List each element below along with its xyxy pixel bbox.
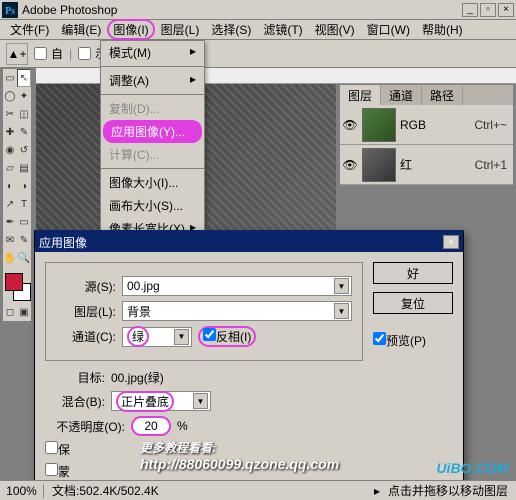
blend-label: 混合(B): bbox=[45, 393, 105, 410]
opacity-input[interactable] bbox=[131, 416, 171, 436]
opacity-label: 不透明度(O): bbox=[45, 418, 125, 435]
type-tool[interactable]: T bbox=[17, 195, 31, 213]
zoom-tool[interactable]: 🔍 bbox=[17, 249, 31, 267]
pen-tool[interactable]: ✒ bbox=[3, 213, 17, 231]
stamp-tool[interactable]: ◉ bbox=[3, 141, 17, 159]
status-tip: 点击并拖移以移动图层 bbox=[380, 482, 516, 499]
foreground-swatch[interactable] bbox=[5, 273, 23, 291]
color-swatches[interactable] bbox=[3, 271, 31, 303]
source-label: 源(S): bbox=[56, 278, 116, 295]
invert-checkbox[interactable]: 反相(I) bbox=[198, 326, 256, 347]
blur-tool[interactable]: ◐ bbox=[3, 177, 17, 195]
watermark-text: 更多教程看看: http://88060099.qzone.qq.com bbox=[140, 439, 339, 472]
menu-layer[interactable]: 图层(L) bbox=[155, 19, 206, 40]
crop-tool[interactable]: ✂ bbox=[3, 105, 17, 123]
mask-checkbox[interactable]: 蒙 bbox=[45, 463, 70, 480]
menu-file[interactable]: 文件(F) bbox=[4, 19, 55, 40]
layers-panel: 图层 通道 路径 👁 RGB Ctrl+~ 👁 红 Ctrl+1 bbox=[339, 84, 514, 186]
hand-tool[interactable]: ✋ bbox=[3, 249, 17, 267]
marquee-tool[interactable]: ▭ bbox=[3, 69, 17, 87]
mask-mode[interactable]: ◻ bbox=[3, 303, 17, 321]
layer-select[interactable]: 背景▼ bbox=[122, 301, 352, 321]
source-select[interactable]: 00.jpg▼ bbox=[122, 276, 352, 296]
eraser-tool[interactable]: ▱ bbox=[3, 159, 17, 177]
menu-image[interactable]: 图像(I) bbox=[107, 19, 154, 40]
menu-mode[interactable]: 模式(M) bbox=[101, 41, 204, 64]
channel-red[interactable]: 👁 红 Ctrl+1 bbox=[340, 145, 513, 185]
doc-info: 文档:502.4K/502.4K bbox=[44, 482, 374, 499]
screen-mode[interactable]: ▣ bbox=[17, 303, 31, 321]
gradient-tool[interactable]: ▤ bbox=[17, 159, 31, 177]
ok-button[interactable]: 好 bbox=[373, 262, 453, 284]
channel-rgb[interactable]: 👁 RGB Ctrl+~ bbox=[340, 105, 513, 145]
menu-help[interactable]: 帮助(H) bbox=[416, 19, 469, 40]
wand-tool[interactable]: ✦ bbox=[17, 87, 31, 105]
chevron-down-icon: ▼ bbox=[334, 303, 349, 319]
menu-select[interactable]: 选择(S) bbox=[205, 19, 257, 40]
menu-image-size[interactable]: 图像大小(I)... bbox=[101, 171, 204, 194]
path-tool[interactable]: ↗ bbox=[3, 195, 17, 213]
chevron-down-icon: ▼ bbox=[334, 278, 349, 294]
titlebar: Adobe Photoshop _ ▫ × bbox=[0, 0, 516, 20]
statusbar: 100% 文档:502.4K/502.4K ▸ 点击并拖移以移动图层 bbox=[0, 480, 516, 500]
lasso-tool[interactable]: ◯ bbox=[3, 87, 17, 105]
dodge-tool[interactable]: ◑ bbox=[17, 177, 31, 195]
menubar: 文件(F) 编辑(E) 图像(I) 图层(L) 选择(S) 滤镜(T) 视图(V… bbox=[0, 20, 516, 40]
minimize-button[interactable]: _ bbox=[462, 3, 478, 17]
channel-thumb-red bbox=[362, 148, 396, 182]
preview-checkbox[interactable]: 预览(P) bbox=[373, 332, 453, 349]
zoom-level[interactable]: 100% bbox=[0, 484, 44, 498]
channel-select[interactable]: 绿▼ bbox=[122, 327, 192, 347]
blend-select[interactable]: 正片叠底▼ bbox=[111, 391, 211, 411]
channel-label: 通道(C): bbox=[56, 328, 116, 345]
menu-apply-image[interactable]: 应用图像(Y)... bbox=[103, 120, 202, 143]
history-tool[interactable]: ↺ bbox=[17, 141, 31, 159]
menu-duplicate: 复制(D)... bbox=[101, 97, 204, 120]
menu-canvas-size[interactable]: 画布大小(S)... bbox=[101, 194, 204, 217]
eye-icon[interactable]: 👁 bbox=[342, 118, 358, 132]
tab-paths[interactable]: 路径 bbox=[422, 85, 463, 105]
opacity-unit: % bbox=[177, 419, 188, 433]
window-title: Adobe Photoshop bbox=[22, 3, 462, 17]
slice-tool[interactable]: ◫ bbox=[17, 105, 31, 123]
menu-window[interactable]: 窗口(W) bbox=[361, 19, 416, 40]
toolbox: ▭↖ ◯✦ ✂◫ ✚✎ ◉↺ ▱▤ ◐◑ ↗T ✒▭ ✉✎ ✋🔍 ◻▣ bbox=[2, 68, 32, 322]
auto-select-checkbox[interactable]: 自 bbox=[34, 45, 63, 62]
watermark-site: UiBO.COM bbox=[436, 460, 508, 476]
tab-channels[interactable]: 通道 bbox=[381, 85, 422, 105]
move-tool-icon[interactable]: ▲+ bbox=[6, 43, 28, 65]
move-tool[interactable]: ↖ bbox=[17, 69, 31, 87]
photoshop-icon bbox=[2, 2, 18, 18]
target-label: 目标: bbox=[45, 369, 105, 386]
layer-label: 图层(L): bbox=[56, 303, 116, 320]
preserve-checkbox[interactable]: 保 bbox=[45, 441, 70, 458]
close-button[interactable]: × bbox=[498, 3, 514, 17]
dialog-close-button[interactable]: × bbox=[443, 235, 459, 249]
chevron-down-icon: ▼ bbox=[193, 393, 208, 409]
menu-view[interactable]: 视图(V) bbox=[309, 19, 361, 40]
tab-layers[interactable]: 图层 bbox=[340, 85, 381, 105]
menu-edit[interactable]: 编辑(E) bbox=[55, 19, 107, 40]
maximize-button[interactable]: ▫ bbox=[480, 3, 496, 17]
channel-thumb-rgb bbox=[362, 108, 396, 142]
eye-icon[interactable]: 👁 bbox=[342, 158, 358, 172]
heal-tool[interactable]: ✚ bbox=[3, 123, 17, 141]
target-value: 00.jpg(绿) bbox=[111, 369, 164, 386]
notes-tool[interactable]: ✉ bbox=[3, 231, 17, 249]
option-bar: ▲+ 自 | 示变换界框 bbox=[0, 40, 516, 68]
cancel-button[interactable]: 复位 bbox=[373, 292, 453, 314]
menu-calculations: 计算(C)... bbox=[101, 143, 204, 166]
dialog-title[interactable]: 应用图像 × bbox=[35, 232, 463, 252]
eyedropper-tool[interactable]: ✎ bbox=[17, 231, 31, 249]
menu-adjustments[interactable]: 调整(A) bbox=[101, 69, 204, 92]
brush-tool[interactable]: ✎ bbox=[17, 123, 31, 141]
menu-filter[interactable]: 滤镜(T) bbox=[257, 19, 308, 40]
chevron-down-icon: ▼ bbox=[174, 329, 189, 345]
shape-tool[interactable]: ▭ bbox=[17, 213, 31, 231]
